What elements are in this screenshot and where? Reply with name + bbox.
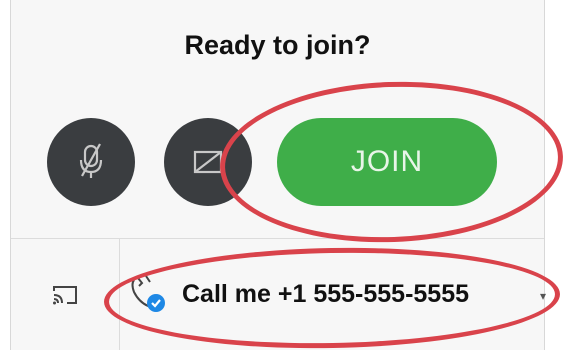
mute-mic-button[interactable] (47, 118, 135, 206)
camera-off-icon (193, 150, 223, 174)
audio-options-row: Call me +1 555-555-5555 ▾ (11, 239, 546, 350)
dialog-title: Ready to join? (184, 30, 371, 60)
call-me-label: Call me +1 555-555-5555 (182, 280, 470, 308)
call-me-option[interactable]: Call me +1 555-555-5555 ▾ (120, 239, 546, 350)
chevron-down-icon[interactable]: ▾ (540, 289, 546, 303)
cast-button[interactable] (11, 239, 120, 350)
call-icon-wrap (128, 274, 170, 316)
join-button[interactable]: JOIN (277, 118, 497, 206)
cast-icon (53, 285, 77, 304)
camera-toggle-button[interactable] (164, 118, 252, 206)
join-dialog: Ready to join? JOIN Call me +1 555-555-5… (10, 0, 546, 350)
phone-check-icon (131, 274, 165, 312)
mic-muted-icon (79, 143, 103, 178)
